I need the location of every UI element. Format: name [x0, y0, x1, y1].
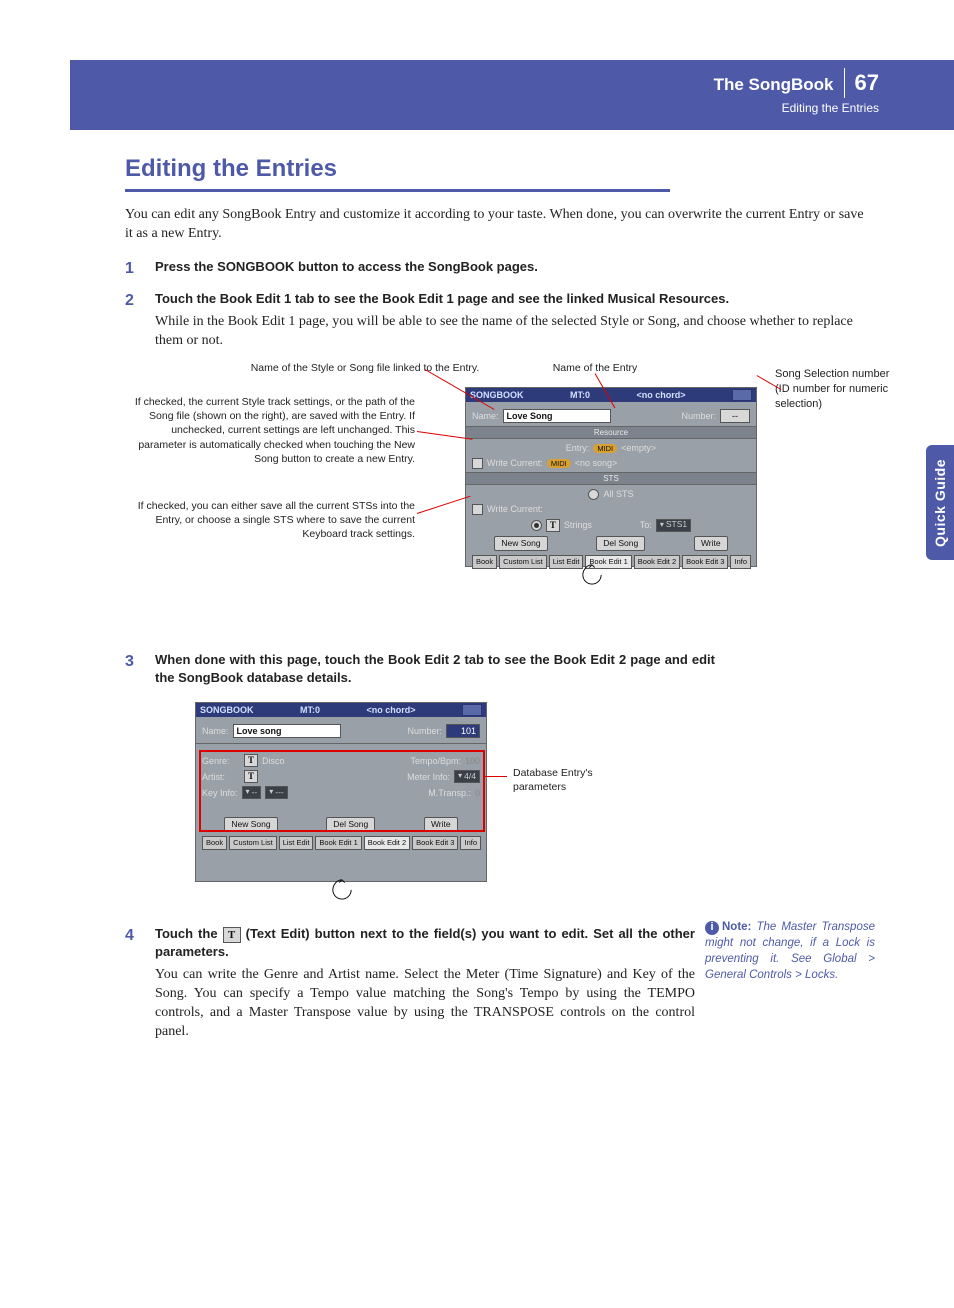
step-number: 1: [125, 258, 134, 280]
menu-icon[interactable]: [462, 704, 482, 716]
side-tab-quick-guide: Quick Guide: [926, 445, 954, 560]
write-button[interactable]: Write: [694, 536, 728, 551]
page-header: The SongBook 67 Editing the Entries: [714, 68, 879, 116]
section-resource: Resource: [466, 426, 756, 439]
name-label: Name:: [472, 410, 499, 422]
new-song-button[interactable]: New Song: [494, 536, 547, 551]
step-number: 2: [125, 290, 134, 312]
step-2-bold: Touch the Book Edit 1 tab to see the Boo…: [155, 290, 875, 308]
tab-book[interactable]: Book: [472, 555, 497, 569]
name-label: Name:: [202, 725, 229, 737]
step-4-body: You can write the Genre and Artist name.…: [155, 966, 695, 1042]
highlight-box: [199, 750, 485, 832]
step-1-bold: Press the SONGBOOK button to access the …: [155, 258, 875, 276]
number-label: Number:: [407, 725, 442, 737]
tab-book-edit-2[interactable]: Book Edit 2: [364, 836, 410, 850]
number-label: Number:: [681, 410, 716, 422]
midi-pill-icon: MIDI: [593, 444, 617, 453]
step-number: 3: [125, 651, 134, 673]
sts-name: Strings: [564, 519, 592, 531]
header-subtitle: Editing the Entries: [714, 100, 879, 116]
figure-1-area: Name of the Style or Song file linked to…: [155, 361, 875, 621]
single-sts-radio[interactable]: [531, 520, 542, 531]
midi-pill-icon: MIDI: [547, 459, 571, 468]
tab-book[interactable]: Book: [202, 836, 227, 850]
screenshot-book-edit-1: SONGBOOK MT:0 <no chord> Name: Love Song…: [465, 387, 757, 567]
write-current-value: <no song>: [575, 457, 618, 469]
menu-icon[interactable]: [732, 389, 752, 401]
step-1: 1 Press the SONGBOOK button to access th…: [125, 258, 875, 276]
scr2-mt: MT:0: [300, 703, 320, 717]
step-3-bold: When done with this page, touch the Book…: [155, 651, 715, 686]
info-icon: i: [705, 921, 719, 935]
loop-arrow-icon: [580, 563, 604, 585]
page: The SongBook 67 Editing the Entries Quic…: [0, 0, 954, 1308]
figure-2-area: SONGBOOK MT:0 <no chord> Name: Love song…: [155, 696, 875, 911]
tab-info[interactable]: Info: [460, 836, 481, 850]
tab-book-edit-3[interactable]: Book Edit 3: [682, 555, 728, 569]
loop-arrow-icon: [330, 878, 354, 900]
write-current-label: Write Current:: [487, 457, 543, 469]
step-4-bold: Touch the T (Text Edit) button next to t…: [155, 925, 695, 960]
number-field[interactable]: --: [720, 409, 750, 423]
tab-list-edit[interactable]: List Edit: [279, 836, 314, 850]
tab-book-edit-1[interactable]: Book Edit 1: [315, 836, 361, 850]
text-edit-icon[interactable]: T: [546, 519, 560, 532]
callout-number: Song Selection number (ID number for num…: [775, 367, 895, 412]
note-label: Note:: [722, 921, 751, 933]
tab-custom-list[interactable]: Custom List: [229, 836, 277, 850]
write-current-sts-label: Write Current:: [487, 503, 543, 515]
write-current-resource-checkbox[interactable]: [472, 458, 483, 469]
header-title: The SongBook: [714, 74, 834, 97]
number-field[interactable]: 101: [446, 724, 480, 738]
entry-value: <empty>: [621, 442, 656, 454]
all-sts-label: All STS: [603, 488, 633, 500]
leader-line: [483, 776, 507, 777]
header-accent-block: [70, 60, 140, 130]
callout-write-resource: If checked, the current Style track sett…: [125, 395, 415, 466]
note-box: iNote: The Master Transpose might not ch…: [705, 919, 875, 983]
scr2-chord: <no chord>: [366, 703, 415, 717]
step-number: 4: [125, 925, 134, 947]
intro-text: You can edit any SongBook Entry and cust…: [125, 206, 870, 244]
page-title: Editing the Entries: [125, 153, 875, 185]
tab-book-edit-2[interactable]: Book Edit 2: [634, 555, 680, 569]
title-rule: [125, 189, 670, 192]
scr2-titlebar: SONGBOOK MT:0 <no chord>: [196, 703, 486, 717]
step-2: 2 Touch the Book Edit 1 tab to see the B…: [125, 290, 875, 621]
sts-target-dropdown[interactable]: STS1: [656, 519, 691, 532]
callout-write-sts: If checked, you can either save all the …: [125, 499, 415, 542]
page-number: 67: [844, 68, 879, 98]
sts-to-label: To:: [640, 519, 652, 531]
all-sts-radio[interactable]: [588, 489, 599, 500]
step-2-body: While in the Book Edit 1 page, you will …: [155, 313, 870, 351]
scr2-tabs: Book Custom List List Edit Book Edit 1 B…: [198, 836, 484, 850]
name-field[interactable]: Love song: [233, 724, 341, 738]
scr1-mt: MT:0: [570, 388, 590, 402]
tab-book-edit-3[interactable]: Book Edit 3: [412, 836, 458, 850]
text-edit-icon: T: [223, 927, 241, 943]
entry-label: Entry:: [566, 442, 590, 454]
del-song-button[interactable]: Del Song: [596, 536, 645, 551]
scr1-chord: <no chord>: [636, 388, 685, 402]
step-3: 3 When done with this page, touch the Bo…: [125, 651, 875, 911]
write-current-sts-checkbox[interactable]: [472, 504, 483, 515]
scr1-tabs: Book Custom List List Edit Book Edit 1 B…: [468, 555, 754, 569]
tab-list-edit[interactable]: List Edit: [549, 555, 584, 569]
tab-custom-list[interactable]: Custom List: [499, 555, 547, 569]
tab-info[interactable]: Info: [730, 555, 751, 569]
section-sts: STS: [466, 472, 756, 485]
name-field[interactable]: Love Song: [503, 409, 611, 423]
callout-db-params: Database Entry's parameters: [513, 766, 623, 794]
scr2-title: SONGBOOK: [200, 703, 254, 717]
callout-linked-file: Name of the Style or Song file linked to…: [225, 361, 505, 375]
leader-line: [417, 496, 471, 514]
